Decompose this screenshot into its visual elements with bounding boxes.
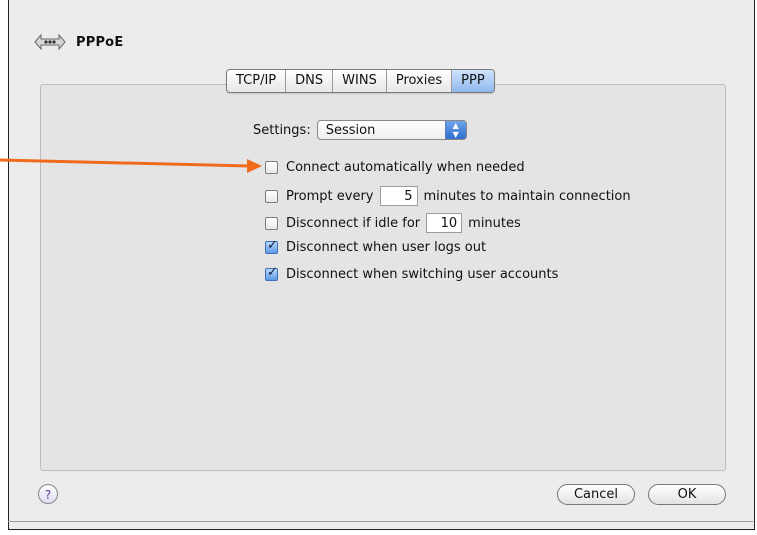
option-disconnect-switching[interactable]: ✓ Disconnect when switching user account… [265,265,559,282]
settings-row: Settings: Session ▲ ▼ [253,120,467,140]
checkbox-disconnect-switching[interactable]: ✓ [265,265,278,281]
option-disconnect-idle[interactable]: Disconnect if idle for 10 minutes [265,213,521,233]
checkbox-prompt-every[interactable] [265,189,278,203]
option-label-suffix: minutes [468,215,521,231]
checkmark-icon: ✓ [267,265,278,280]
checkmark-icon: ✓ [267,238,278,253]
tab-dns[interactable]: DNS [286,70,334,92]
settings-popup[interactable]: Session ▲ ▼ [316,120,467,140]
settings-label: Settings: [253,122,311,138]
tab-ppp[interactable]: PPP [452,70,494,92]
tab-bar: TCP/IP DNS WINS Proxies PPP [226,69,495,93]
option-label: Disconnect if idle for [286,215,421,231]
network-diamond-icon [32,30,68,54]
tab-proxies[interactable]: Proxies [387,70,453,92]
popup-arrows-icon: ▲ ▼ [444,121,466,139]
bottom-divider [8,521,753,522]
tab-wins[interactable]: WINS [333,70,387,92]
option-label: Prompt every [286,188,374,204]
option-disconnect-logout[interactable]: ✓ Disconnect when user logs out [265,238,487,255]
settings-popup-value: Session [325,123,376,138]
ok-button[interactable]: OK [648,484,726,505]
idle-minutes-field[interactable]: 10 [426,213,463,233]
checkbox-disconnect-logout[interactable]: ✓ [265,238,278,254]
cancel-button[interactable]: Cancel [557,484,635,505]
window-title: PPPoE [76,34,124,50]
help-question-icon[interactable]: ? [38,484,58,504]
option-connect-automatically[interactable]: Connect automatically when needed [265,160,525,175]
window-header: PPPoE [32,30,123,54]
option-label: Connect automatically when needed [286,160,525,175]
option-prompt-every[interactable]: Prompt every 5 minutes to maintain conne… [265,186,631,206]
option-label: Disconnect when switching user accounts [286,267,559,282]
option-label: Disconnect when user logs out [286,240,487,255]
checkbox-connect-automatically[interactable] [265,161,278,174]
option-label-suffix: minutes to maintain connection [423,188,631,204]
tab-tcpip[interactable]: TCP/IP [227,70,287,92]
prompt-minutes-field[interactable]: 5 [379,186,418,206]
checkbox-disconnect-idle[interactable] [265,216,278,230]
